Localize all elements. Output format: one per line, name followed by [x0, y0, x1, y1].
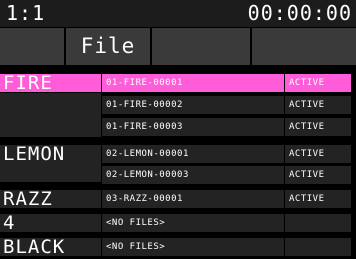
file-status: ACTIVE [289, 122, 325, 132]
file-softkey-label: File [80, 34, 136, 58]
file-status: ACTIVE [289, 194, 325, 204]
file-name-cell[interactable]: 03-RAZZ-00001 [102, 190, 284, 208]
file-name: <NO FILES> [106, 242, 166, 252]
group-fire-spacer [0, 93, 101, 137]
file-status-cell[interactable]: ACTIVE [285, 145, 351, 163]
file-name: 02-LEMON-00003 [106, 170, 189, 180]
file-status: ACTIVE [289, 149, 325, 159]
group-lemon[interactable]: LEMON [0, 145, 101, 182]
timecode-display: 00:00:00 [247, 1, 352, 25]
group-black[interactable]: BLACK [0, 236, 101, 258]
group-label: RAZZ [3, 188, 53, 210]
group-label: LEMON [3, 143, 66, 165]
file-name: 01-FIRE-00002 [106, 100, 183, 110]
slot-indicator: 1:1 [6, 1, 46, 25]
file-name-cell[interactable]: 02-LEMON-00001 [102, 145, 284, 163]
file-name: 03-RAZZ-00001 [106, 194, 183, 204]
file-name: 01-FIRE-00003 [106, 122, 183, 132]
file-status-cell[interactable]: ACTIVE [285, 96, 351, 114]
file-status-cell[interactable]: ACTIVE [285, 74, 351, 92]
file-name-cell[interactable]: 01-FIRE-00002 [102, 96, 284, 114]
file-name: 01-FIRE-00001 [106, 78, 183, 88]
file-name-cell[interactable]: 01-FIRE-00003 [102, 118, 284, 136]
status-bar: 1:1 00:00:00 [0, 0, 356, 27]
file-status: ACTIVE [289, 78, 325, 88]
group-razz[interactable]: RAZZ [0, 188, 101, 210]
group-fire[interactable]: FIRE [0, 72, 101, 94]
file-name-cell[interactable]: <NO FILES> [102, 214, 284, 232]
group-label: FIRE [3, 72, 53, 94]
recorder-screen: 1:1 00:00:00 File FIRE LEMON RAZZ 4 BLAC… [0, 0, 356, 259]
softkey-1[interactable] [0, 28, 64, 65]
file-name: <NO FILES> [106, 218, 166, 228]
softkey-4[interactable] [252, 28, 356, 65]
group-label: 4 [3, 212, 16, 234]
file-status-cell[interactable]: ACTIVE [285, 166, 351, 184]
file-softkey[interactable]: File [66, 28, 150, 65]
file-status-cell[interactable]: ACTIVE [285, 190, 351, 208]
group-label: BLACK [3, 236, 66, 258]
softkey-3[interactable] [152, 28, 250, 65]
group-4[interactable]: 4 [0, 212, 101, 234]
file-status: ACTIVE [289, 100, 325, 110]
file-status-cell[interactable]: ACTIVE [285, 118, 351, 136]
file-name-cell[interactable]: 02-LEMON-00003 [102, 166, 284, 184]
file-name: 02-LEMON-00001 [106, 149, 189, 159]
file-name-cell[interactable]: <NO FILES> [102, 238, 284, 256]
file-name-cell[interactable]: 01-FIRE-00001 [102, 74, 284, 92]
file-status-cell[interactable] [285, 238, 351, 256]
file-status-cell[interactable] [285, 214, 351, 232]
file-status: ACTIVE [289, 170, 325, 180]
